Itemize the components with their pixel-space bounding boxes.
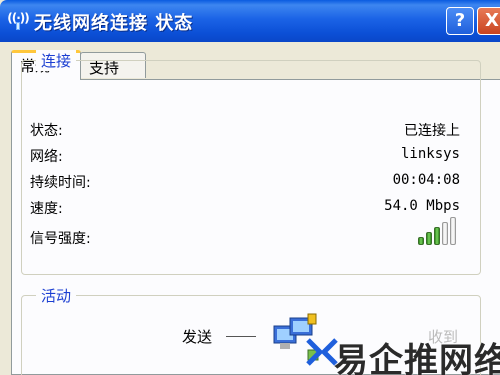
window-title: 无线网络连接 状态 (34, 13, 194, 34)
title-bar[interactable]: ((·)) 无线网络连接 状态 ? X (0, 0, 500, 42)
status-value: 已连接上 (404, 123, 460, 139)
connection-group-title: 连接 (36, 50, 77, 71)
speed-row: 速度: 54.0 Mbps (30, 198, 460, 218)
help-button[interactable]: ? (446, 7, 474, 35)
signal-bar-1 (418, 237, 424, 245)
status-label: 状态: (30, 123, 63, 139)
signal-strength-icon (418, 215, 462, 245)
wireless-network-icon: ((·)) (4, 9, 32, 31)
sent-label: 发送 (182, 328, 213, 346)
network-value: linksys (400, 146, 460, 162)
signal-row: 信号强度: (30, 228, 460, 248)
network-row: 网络: linksys (30, 146, 460, 166)
signal-bar-5 (450, 217, 456, 245)
activity-group-title: 活动 (36, 285, 77, 306)
speed-value: 54.0 Mbps (384, 198, 460, 214)
close-button[interactable]: X (477, 7, 500, 35)
duration-value: 00:04:08 (392, 172, 460, 188)
status-row: 状态: 已连接上 (30, 120, 460, 140)
duration-row: 持续时间: 00:04:08 (30, 172, 460, 192)
watermark-text: 易企推网络 (334, 341, 500, 375)
signal-label: 信号强度: (30, 231, 91, 247)
network-label: 网络: (30, 149, 63, 165)
sent-connector-line (226, 336, 256, 337)
duration-label: 持续时间: (30, 175, 91, 191)
signal-bar-3 (434, 227, 440, 245)
signal-bar-4 (442, 222, 448, 245)
speed-label: 速度: (30, 201, 63, 217)
signal-bar-2 (426, 232, 432, 245)
